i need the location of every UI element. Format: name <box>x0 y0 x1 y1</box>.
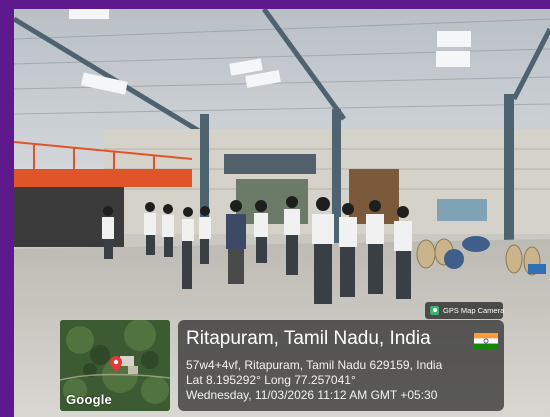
location-title: Ritapuram, Tamil Nadu, India <box>186 328 431 349</box>
location-address: 57w4+4vf, Ritapuram, Tamil Nadu 629159, … <box>186 358 443 372</box>
google-logo: Google <box>66 392 112 407</box>
location-datetime: Wednesday, 11/03/2026 11:12 AM GMT +05:3… <box>186 388 438 402</box>
badge-label: GPS Map Camera <box>443 306 505 315</box>
location-coords: Lat 8.195292° Long 77.257041° <box>186 373 356 387</box>
location-card: Ritapuram, Tamil Nadu, India 57w4+4vf, R… <box>178 320 504 411</box>
india-flag-icon <box>474 333 498 349</box>
map-thumbnail: Google <box>60 320 170 411</box>
gps-map-camera-icon <box>430 306 439 315</box>
map-pin-icon <box>110 356 122 372</box>
gps-map-camera-badge: GPS Map Camera <box>425 302 505 319</box>
